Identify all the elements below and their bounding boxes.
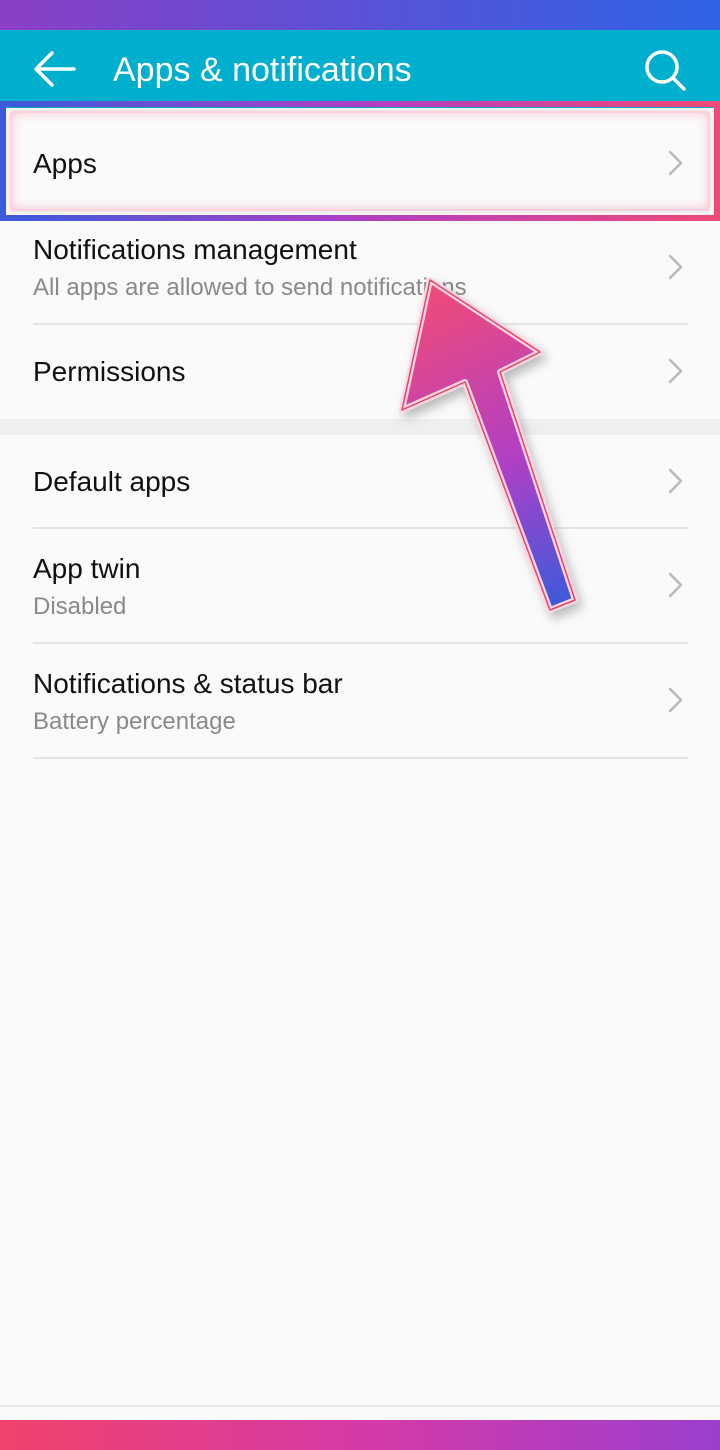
top-decorative-band bbox=[0, 0, 720, 30]
list-item-notifications-status-bar[interactable]: Notifications & status bar Battery perce… bbox=[0, 644, 720, 757]
list-item-notifications-management[interactable]: Notifications management All apps are al… bbox=[0, 216, 720, 324]
chevron-right-icon bbox=[668, 358, 683, 384]
section-gap bbox=[0, 419, 720, 435]
list-item-title: App twin bbox=[33, 553, 141, 584]
list-item-permissions[interactable]: Permissions bbox=[0, 325, 720, 419]
bottom-divider bbox=[0, 1405, 720, 1407]
list-item-app-twin[interactable]: App twin Disabled bbox=[0, 529, 720, 642]
search-icon bbox=[645, 50, 686, 91]
chevron-right-icon bbox=[668, 468, 683, 494]
list-item-subtitle: Disabled bbox=[33, 593, 127, 620]
list-item-title: Permissions bbox=[33, 356, 186, 387]
list-item-title: Notifications & status bar bbox=[33, 668, 343, 699]
chevron-right-icon bbox=[668, 687, 683, 713]
divider bbox=[33, 757, 688, 759]
back-button[interactable] bbox=[30, 48, 80, 90]
app-bar: Apps & notifications bbox=[0, 30, 720, 108]
chevron-right-icon bbox=[668, 572, 683, 598]
page-title: Apps & notifications bbox=[113, 51, 412, 89]
search-button[interactable] bbox=[640, 46, 688, 94]
list-item-title: Default apps bbox=[33, 466, 191, 497]
list-item-apps[interactable]: Apps bbox=[0, 108, 720, 216]
list-item-subtitle: All apps are allowed to send notificatio… bbox=[33, 274, 467, 301]
list-item-subtitle: Battery percentage bbox=[33, 708, 236, 735]
chevron-right-icon bbox=[668, 254, 683, 280]
chevron-right-icon bbox=[668, 150, 683, 176]
list-item-title: Apps bbox=[33, 148, 97, 179]
arrow-left-icon bbox=[34, 51, 76, 87]
list-item-default-apps[interactable]: Default apps bbox=[0, 435, 720, 527]
list-item-title: Notifications management bbox=[33, 234, 357, 265]
bottom-decorative-band bbox=[0, 1420, 720, 1450]
